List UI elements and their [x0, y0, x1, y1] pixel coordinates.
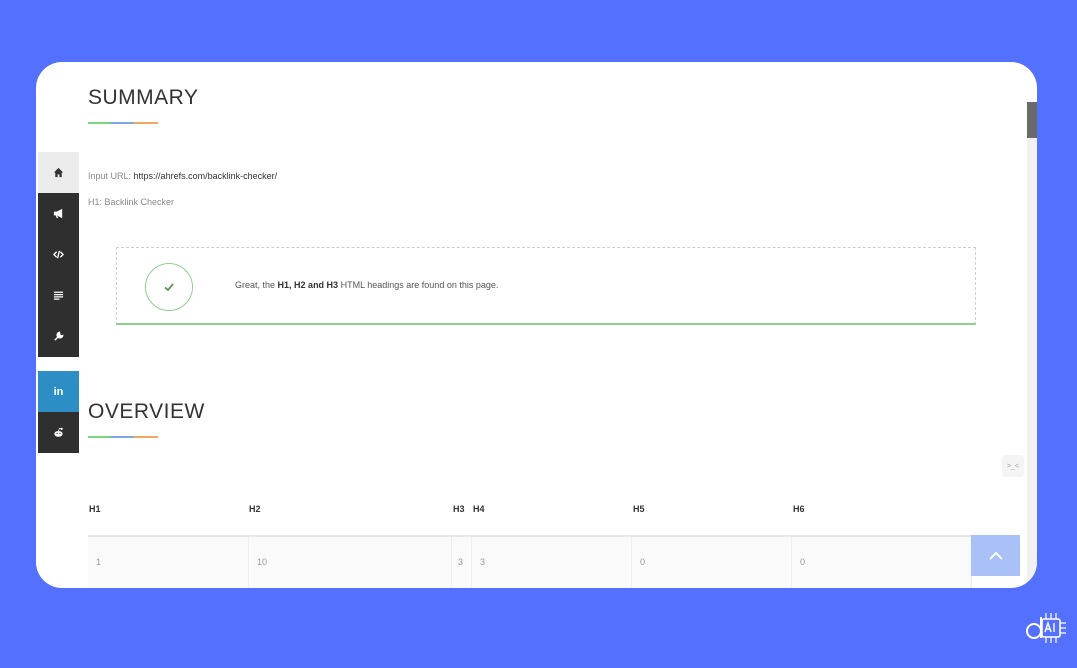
input-url-label: Input URL:	[88, 171, 132, 181]
alert-prefix: Great, the	[235, 280, 276, 290]
alert-bold: H1, H2 and H3	[277, 280, 339, 290]
header-h1: H1	[89, 504, 101, 514]
headings-alert: Great, the H1, H2 and H3 HTML headings a…	[116, 247, 976, 325]
side-navigation: in	[38, 152, 79, 453]
check-icon	[164, 283, 174, 292]
cell-h5: 0	[632, 537, 792, 588]
back-to-top-button[interactable]	[971, 535, 1020, 576]
alert-suffix: HTML headings are found on this page.	[340, 280, 499, 290]
home-button[interactable]	[38, 152, 79, 193]
header-h2: H2	[249, 504, 261, 514]
cell-h3: 3	[452, 537, 472, 588]
list-icon	[53, 291, 64, 300]
cell-h1: 1	[88, 537, 249, 588]
overview-title: OVERVIEW	[88, 400, 205, 423]
code-icon	[53, 250, 64, 259]
overview-title-underline	[88, 436, 158, 438]
tools-button[interactable]	[38, 316, 79, 357]
input-url-line: Input URL: https://ahrefs.com/backlink-c…	[88, 171, 277, 181]
cell-h4: 3	[472, 537, 632, 588]
megaphone-button[interactable]	[38, 193, 79, 234]
chat-widget[interactable]: >_<	[1002, 455, 1024, 477]
wrench-icon	[54, 331, 64, 341]
code-button[interactable]	[38, 234, 79, 275]
cell-h6: 0	[792, 537, 972, 588]
reddit-icon	[54, 427, 63, 437]
linkedin-button[interactable]: in	[38, 371, 79, 412]
megaphone-icon	[53, 208, 63, 219]
chat-widget-label: >_<	[1006, 462, 1020, 470]
header-h3: H3	[453, 504, 465, 514]
header-h5: H5	[633, 504, 645, 514]
chevron-up-icon	[988, 551, 1003, 560]
input-url-value[interactable]: https://ahrefs.com/backlink-checker/	[134, 171, 278, 181]
summary-title-underline	[88, 122, 158, 124]
scrollbar-track[interactable]	[1027, 102, 1037, 588]
cell-h2: 10	[249, 537, 452, 588]
list-button[interactable]	[38, 275, 79, 316]
alert-message: Great, the H1, H2 and H3 HTML headings a…	[235, 280, 498, 290]
reddit-button[interactable]	[38, 412, 79, 453]
header-h6: H6	[793, 504, 805, 514]
header-h4: H4	[473, 504, 485, 514]
summary-title: SUMMARY	[88, 86, 199, 109]
success-check-circle	[145, 263, 193, 311]
h1-line: H1: Backlink Checker	[88, 197, 175, 207]
dai-logo-icon	[1026, 613, 1066, 643]
home-icon	[53, 167, 64, 178]
linkedin-icon: in	[53, 385, 64, 398]
scrollbar-thumb[interactable]	[1027, 102, 1037, 138]
browser-window: in SUMMARY Input URL: https://ahrefs.com…	[36, 62, 1037, 588]
